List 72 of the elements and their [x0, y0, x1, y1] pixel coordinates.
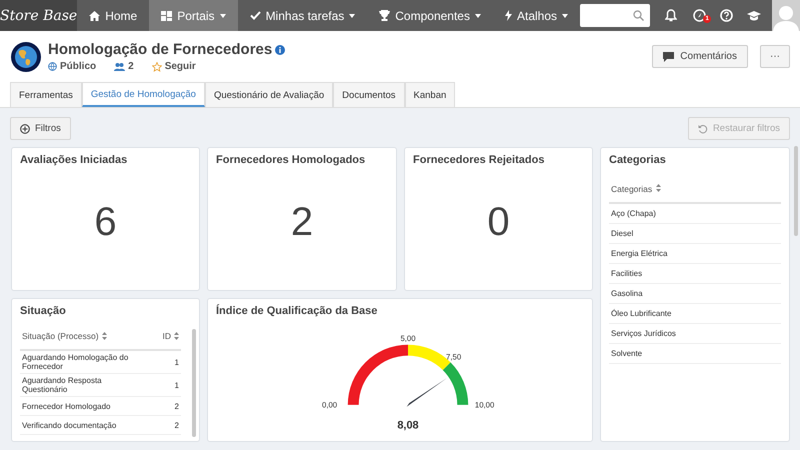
plus-circle-icon — [20, 124, 30, 134]
members-count[interactable]: 2 — [128, 61, 134, 72]
comment-icon — [663, 52, 674, 62]
tab[interactable]: Kanban — [404, 82, 456, 107]
card-title: Índice de Qualificação da Base — [216, 305, 378, 317]
info-icon[interactable] — [275, 44, 286, 54]
kpi-value: 0 — [487, 200, 510, 245]
nav-item[interactable]: Home — [77, 0, 150, 31]
follow-link[interactable]: Seguir — [164, 61, 196, 72]
nav-item[interactable]: Portais — [149, 0, 238, 31]
filters-button[interactable]: Filtros — [10, 117, 71, 140]
column-header[interactable]: Situação (Processo) — [22, 331, 99, 341]
more-button[interactable]: ··· — [760, 45, 790, 68]
search-field[interactable] — [580, 4, 650, 27]
table-cell: 2 — [174, 402, 179, 410]
gauge-value: 8,08 — [397, 420, 419, 432]
nav-item[interactable]: Minhas tarefas — [238, 0, 368, 31]
gauge-needle — [406, 378, 448, 407]
table-cell: Verificando documentação — [22, 420, 116, 430]
kpi-value: 6 — [94, 200, 117, 245]
bell-icon[interactable] — [665, 9, 678, 22]
table-cell: Óleo Lubrificante — [611, 309, 672, 318]
help-icon[interactable] — [720, 9, 734, 22]
table-cell: Facilities — [611, 269, 642, 278]
graduation-cap-icon[interactable] — [747, 10, 762, 20]
nav-item[interactable]: Atalhos — [492, 0, 580, 31]
table-cell-text: Aguardando Homologação do Fornecedor — [22, 353, 130, 371]
globe-icon — [10, 40, 42, 72]
table-cell: 1 — [174, 380, 179, 390]
tab[interactable]: Ferramentas — [10, 82, 82, 107]
card-title: Categorias — [609, 154, 667, 166]
users-icon — [114, 62, 126, 70]
sort-icon — [102, 332, 107, 340]
table-cell: Serviços Jurídicos — [611, 329, 676, 338]
compass-icon[interactable] — [692, 9, 706, 22]
kpi-value: 2 — [290, 200, 314, 245]
table-cell: Gasolina — [611, 289, 643, 298]
nav-item[interactable]: Componentes — [367, 0, 493, 31]
table-cell: 1 — [174, 358, 179, 366]
card-title: Fornecedores Homologados — [216, 154, 366, 166]
check-icon — [250, 11, 261, 20]
sort-icon — [656, 184, 662, 192]
table-cell-text: Aguardando Resposta Questionário — [22, 376, 103, 394]
grid-icon — [161, 10, 172, 20]
sort-icon — [174, 332, 179, 340]
page-title: Homologação de Fornecedores — [48, 41, 272, 58]
lightning-icon — [504, 10, 512, 21]
logo[interactable]: Store Base — [0, 0, 78, 31]
column-header[interactable]: Categorias — [611, 184, 652, 194]
tab[interactable]: Gestão de Homologação — [82, 82, 205, 107]
home-icon — [89, 10, 100, 20]
card-title: Avaliações Iniciadas — [20, 154, 128, 166]
table-cell: Fornecedor Homologado — [22, 402, 110, 410]
table-cell: Diesel — [611, 229, 634, 238]
card-title: Fornecedores Rejeitados — [413, 154, 546, 166]
scrollbar[interactable] — [794, 146, 798, 236]
table-cell: Solvente — [611, 349, 642, 358]
column-header[interactable]: ID — [162, 331, 171, 341]
star-icon — [152, 62, 162, 72]
search-icon — [632, 10, 644, 21]
table-cell: Energia Elétrica — [611, 249, 668, 258]
card-title: Situação — [20, 305, 67, 317]
visibility-label: Público — [60, 61, 96, 72]
table-cell: Aço (Chapa) — [611, 209, 656, 218]
trophy-icon — [379, 10, 390, 21]
tab[interactable]: Documentos — [333, 82, 405, 107]
comments-button[interactable]: Comentários — [652, 45, 748, 68]
refresh-icon — [698, 124, 708, 134]
scrollbar[interactable] — [192, 329, 196, 437]
tab[interactable]: Questionário de Avaliação — [204, 82, 334, 107]
table-cell: 2 — [174, 420, 179, 430]
globe-icon — [48, 62, 57, 71]
